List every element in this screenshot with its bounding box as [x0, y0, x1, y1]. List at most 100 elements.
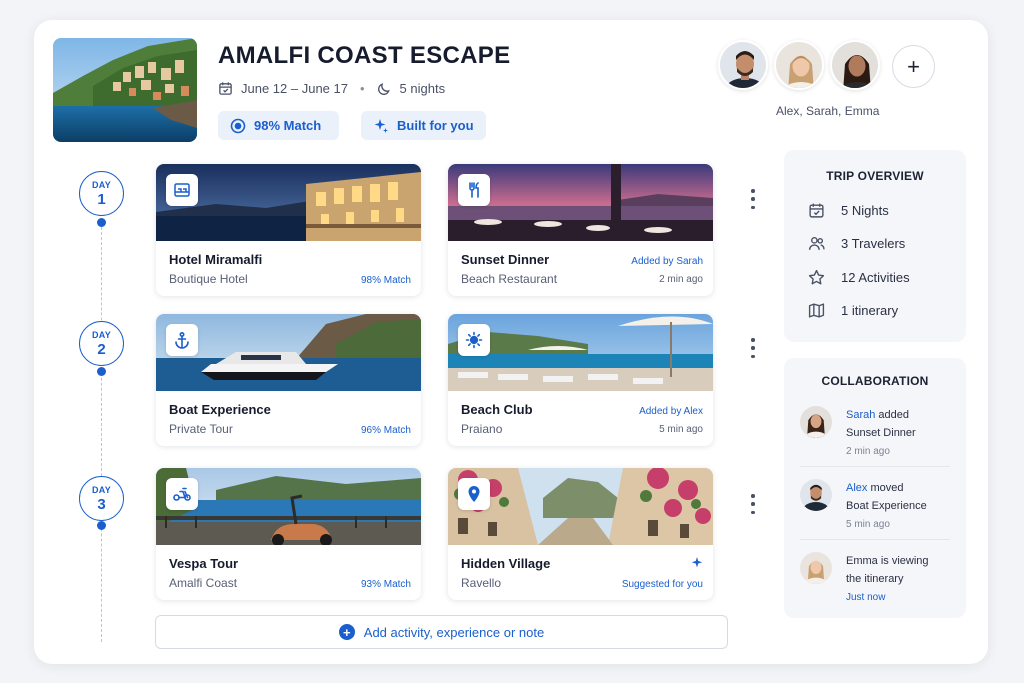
day-marker-2[interactable]: DAY 2	[79, 321, 124, 366]
day-marker-3[interactable]: DAY 3	[79, 476, 124, 521]
added-by-label: Added by Alex	[639, 406, 703, 417]
add-collaborator-button[interactable]: +	[892, 45, 935, 88]
day-dot	[97, 218, 106, 227]
overview-activities-label: 12 Activities	[841, 270, 910, 285]
activity-subtitle: Beach Restaurant	[461, 272, 558, 286]
collaboration-panel: COLLABORATION Sarah added Sunset Dinner …	[784, 358, 966, 618]
match-score: 93% Match	[360, 579, 411, 590]
day-number: 2	[97, 341, 106, 358]
calendar-icon	[809, 203, 824, 218]
added-time: 2 min ago	[659, 274, 703, 285]
feed-object: the itinerary	[846, 573, 904, 585]
activity-title: Vespa Tour	[169, 556, 239, 571]
activity-feed-item[interactable]: Emma is viewing the itinerary Just now	[800, 552, 950, 604]
trip-overview-panel: TRIP OVERVIEW 5 Nights 3 Travelers 12 Ac…	[784, 150, 966, 342]
feed-user[interactable]: Sarah	[846, 409, 875, 421]
overview-travelers-label: 3 Travelers	[841, 236, 906, 251]
target-icon	[230, 118, 246, 133]
feed-action: moved	[867, 482, 904, 494]
avatar-emma[interactable]	[830, 40, 880, 90]
activity-title: Sunset Dinner	[461, 252, 550, 267]
activity-feed-item[interactable]: Sarah added Sunset Dinner 2 min ago	[800, 406, 950, 458]
day-2-more-options-icon[interactable]	[750, 338, 756, 358]
sun-icon	[458, 324, 490, 356]
activity-title: Boat Experience	[169, 402, 271, 417]
anchor-icon	[166, 324, 198, 356]
add-activity-label: Add activity, experience or note	[363, 624, 545, 640]
activity-subtitle: Boutique Hotel	[169, 272, 248, 286]
feed-time: 5 min ago	[846, 519, 890, 530]
avatar-sarah[interactable]	[774, 40, 824, 90]
overview-travelers: 3 Travelers	[808, 235, 905, 252]
feed-time: Just now	[846, 592, 886, 603]
activity-card-boat[interactable]: Boat Experience Private Tour 96% Match	[156, 314, 421, 446]
moon-icon	[377, 83, 390, 95]
timeline-line	[101, 222, 102, 642]
day-1-more-options-icon[interactable]	[750, 189, 756, 209]
match-chip[interactable]: 98% Match	[218, 111, 339, 140]
sparkle-icon	[691, 557, 703, 568]
activity-card-beach-club[interactable]: Beach Club Praiano Added by Alex 5 min a…	[448, 314, 713, 446]
collaboration-heading: COLLABORATION	[821, 374, 929, 388]
avatar-emma	[800, 552, 832, 584]
feed-user[interactable]: Alex	[846, 482, 867, 494]
added-time: 5 min ago	[659, 424, 703, 435]
day-label: DAY	[91, 330, 112, 340]
overview-activities: 12 Activities	[808, 269, 910, 286]
built-for-you-chip[interactable]: Built for you	[361, 111, 486, 140]
avatar-sarah	[800, 406, 832, 438]
location-pin-icon	[458, 478, 490, 510]
activity-card-hidden-village[interactable]: Hidden Village Ravello Suggested for you	[448, 468, 713, 600]
calendar-icon	[219, 82, 232, 95]
overview-nights: 5 Nights	[808, 202, 889, 219]
trip-nights: 5 nights	[399, 81, 446, 96]
feed-action: added	[875, 409, 910, 421]
avatar-alex	[800, 479, 832, 511]
feed-object: Sunset Dinner	[846, 427, 916, 439]
overview-itinerary: 1 itinerary	[808, 302, 898, 319]
activity-subtitle: Amalfi Coast	[169, 576, 238, 590]
activity-subtitle: Praiano	[461, 422, 503, 436]
activity-card-hotel[interactable]: Hotel Miramalfi Boutique Hotel 98% Match	[156, 164, 421, 296]
divider	[800, 466, 950, 467]
trip-title: AMALFI COAST ESCAPE	[218, 42, 511, 69]
restaurant-icon	[458, 174, 490, 206]
trip-overview-heading: TRIP OVERVIEW	[826, 169, 924, 183]
sparkle-icon	[374, 118, 388, 133]
built-chip-label: Built for you	[397, 118, 474, 133]
hotel-icon	[166, 174, 198, 206]
day-3-more-options-icon[interactable]	[750, 494, 756, 514]
feed-object: Boat Experience	[846, 500, 927, 512]
match-score: 96% Match	[360, 425, 411, 436]
overview-itinerary-label: 1 itinerary	[841, 303, 899, 318]
feed-time: 2 min ago	[846, 446, 890, 457]
destination-photo	[53, 38, 197, 142]
activity-title: Hotel Miramalfi	[169, 252, 263, 267]
users-icon	[808, 236, 825, 250]
suggested-label: Suggested for you	[621, 579, 703, 590]
scooter-icon	[166, 478, 198, 510]
day-dot	[97, 521, 106, 530]
activity-card-sunset-dinner[interactable]: Sunset Dinner Beach Restaurant Added by …	[448, 164, 713, 296]
star-icon	[808, 269, 825, 285]
day-number: 1	[97, 191, 106, 208]
trip-meta: June 12 – June 17 • 5 nights	[218, 81, 445, 96]
map-icon	[808, 303, 825, 318]
activity-subtitle: Private Tour	[169, 422, 233, 436]
feed-user[interactable]: Emma	[846, 555, 878, 567]
day-number: 3	[97, 496, 106, 513]
day-marker-1[interactable]: DAY 1	[79, 171, 124, 216]
day-dot	[97, 367, 106, 376]
separator-dot: •	[359, 81, 365, 96]
added-by-label: Added by Sarah	[631, 256, 703, 267]
activity-card-vespa[interactable]: Vespa Tour Amalfi Coast 93% Match	[156, 468, 421, 600]
activity-subtitle: Ravello	[461, 576, 502, 590]
overview-nights-label: 5 Nights	[841, 203, 889, 218]
avatar-alex[interactable]	[718, 40, 768, 90]
match-chip-label: 98% Match	[254, 118, 322, 133]
activity-title: Beach Club	[461, 402, 533, 417]
activity-feed-item[interactable]: Alex moved Boat Experience 5 min ago	[800, 479, 950, 531]
add-activity-button[interactable]: + Add activity, experience or note	[155, 615, 728, 649]
collaborator-names: Alex, Sarah, Emma	[776, 104, 880, 118]
activity-title: Hidden Village	[461, 556, 551, 571]
